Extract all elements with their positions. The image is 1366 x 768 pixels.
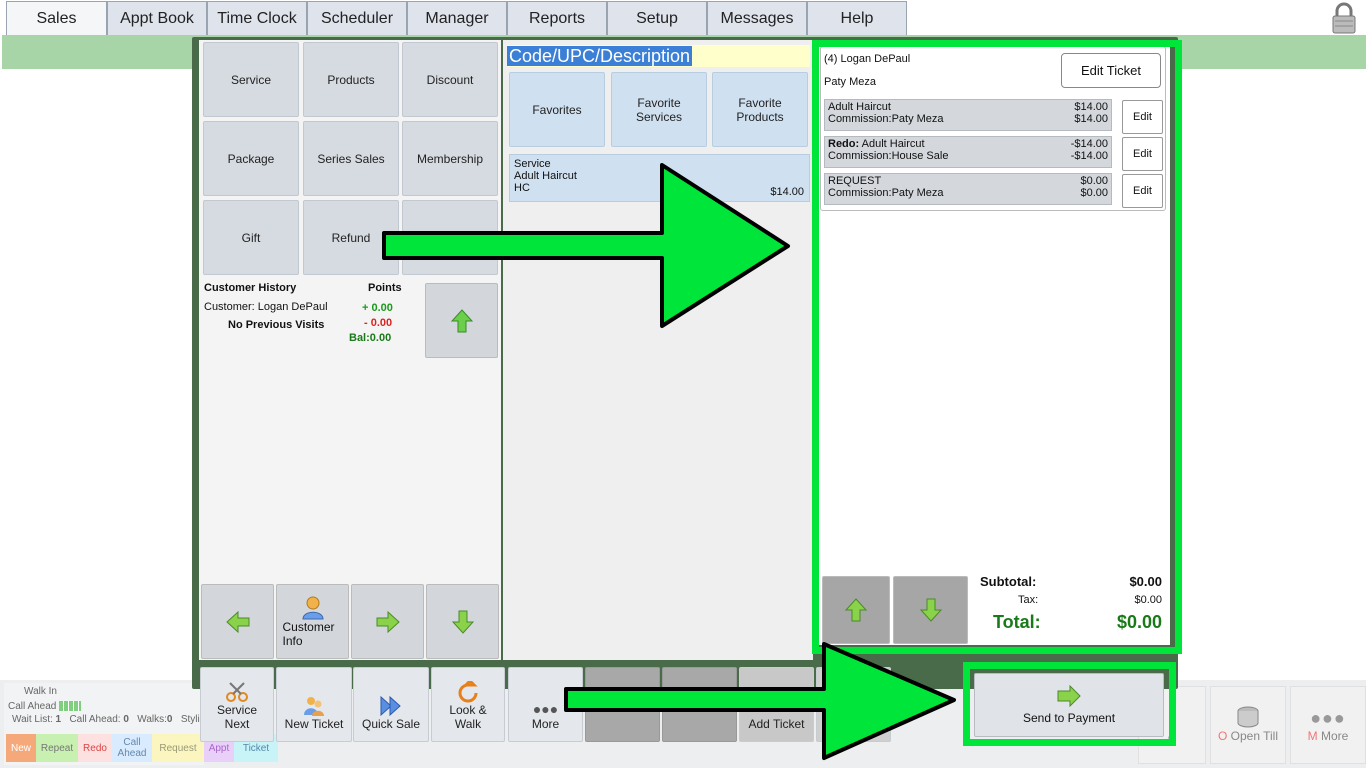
ticket-scroll-up-button[interactable] <box>822 576 890 644</box>
discount-button[interactable]: Discount <box>402 42 498 117</box>
gift-button[interactable]: Gift <box>203 200 299 275</box>
customer-history-title: Customer History <box>204 282 297 294</box>
send-to-payment-button[interactable]: Send to Payment <box>974 673 1164 737</box>
new-ticket-button[interactable]: New Ticket <box>276 667 352 742</box>
favorites-button[interactable]: Favorites <box>509 72 605 147</box>
scissors-icon <box>226 682 248 702</box>
favorite-products-button[interactable]: Favorite Products <box>712 72 808 147</box>
arrow-down-icon <box>451 610 474 634</box>
arrow-right-icon <box>1057 685 1081 707</box>
tab-setup[interactable]: Setup <box>607 1 707 35</box>
person-icon <box>301 596 324 619</box>
legend-call-ahead: Call Ahead <box>112 734 152 762</box>
tab-time-clock[interactable]: Time Clock <box>207 1 307 35</box>
ticket-stylist: Paty Meza <box>824 76 876 88</box>
fast-forward-icon <box>380 695 401 717</box>
ticket-line-1[interactable]: Adult Haircut $14.00 Commission:Paty Meza… <box>824 99 1112 131</box>
products-button[interactable]: Products <box>303 42 399 117</box>
service-next-button[interactable]: Service Next <box>200 667 274 742</box>
nav-right-button[interactable] <box>351 584 424 659</box>
edit-line-3-button[interactable]: Edit <box>1122 174 1163 208</box>
legend-repeat: Repeat <box>36 734 78 762</box>
nav-down-button[interactable] <box>426 584 499 659</box>
subtotal-label: Subtotal: <box>980 574 1037 589</box>
call-ahead-label: Call Ahead <box>8 701 82 712</box>
walk-in-title: Walk In <box>24 686 57 697</box>
ticket-header: (4) Logan DePaul <box>824 53 911 65</box>
tab-scheduler[interactable]: Scheduler <box>307 1 407 35</box>
subtotal-value: $0.00 <box>1129 574 1162 589</box>
search-input[interactable]: Code/UPC/Description <box>507 45 810 67</box>
total-value: $0.00 <box>1116 612 1162 632</box>
ticket-line-3[interactable]: REQUEST $0.00 Commission:Paty Meza $0.00 <box>824 173 1112 205</box>
customer-info-button[interactable]: Customer Info <box>276 584 349 659</box>
nav-left-button[interactable] <box>201 584 274 659</box>
ticket-line-2[interactable]: Redo: Adult Haircut -$14.00 Commission:Ho… <box>824 136 1112 168</box>
total-label: Total: <box>993 612 1041 632</box>
ticket-scroll-down-button[interactable] <box>893 576 968 644</box>
tab-sales[interactable]: Sales <box>6 1 107 35</box>
open-till-button[interactable]: O Open Till <box>1210 686 1286 764</box>
service-button[interactable]: Service <box>203 42 299 117</box>
edit-line-2-button[interactable]: Edit <box>1122 137 1163 171</box>
bottom-more-button[interactable]: ●●● M More <box>1290 686 1366 764</box>
edit-ticket-button[interactable]: Edit Ticket <box>1061 53 1161 88</box>
arrow-right-icon <box>564 642 956 760</box>
no-previous-visits: No Previous Visits <box>228 319 325 331</box>
tax-label: Tax: <box>1018 594 1039 606</box>
arrow-right-icon <box>376 610 400 633</box>
tab-help[interactable]: Help <box>807 1 907 35</box>
quick-sale-button[interactable]: Quick Sale <box>353 667 429 742</box>
favorite-services-button[interactable]: Favorite Services <box>611 72 707 147</box>
legend-new: New <box>6 734 36 762</box>
package-button[interactable]: Package <box>203 121 299 196</box>
tab-appt-book[interactable]: Appt Book <box>107 1 207 35</box>
legend-redo: Redo <box>78 734 112 762</box>
legend-request: Request <box>152 734 204 762</box>
more-dots-icon: ●●● <box>1310 708 1346 728</box>
tab-messages[interactable]: Messages <box>707 1 807 35</box>
people-icon <box>304 697 324 716</box>
queue-counts: Wait List: 1 Call Ahead: 0 Walks:0 Styli <box>12 714 200 725</box>
till-icon <box>1237 706 1259 728</box>
arrow-left-icon <box>225 610 249 633</box>
look-and-walk-button[interactable]: Look & Walk <box>431 667 505 742</box>
tax-value: $0.00 <box>1134 594 1162 606</box>
undo-arrow-icon <box>458 681 478 703</box>
lock-icon[interactable] <box>1330 2 1358 34</box>
arrow-right-icon <box>382 163 790 328</box>
points-balance: Bal:0.00 <box>349 332 392 344</box>
arrow-down-icon <box>919 598 942 622</box>
tab-reports[interactable]: Reports <box>507 1 607 35</box>
customer-name: Customer: Logan DePaul <box>204 301 328 313</box>
more-dots-icon: ●●● <box>532 701 559 717</box>
edit-line-1-button[interactable]: Edit <box>1122 100 1163 134</box>
arrow-up-icon <box>844 598 868 622</box>
tab-manager[interactable]: Manager <box>407 1 507 35</box>
